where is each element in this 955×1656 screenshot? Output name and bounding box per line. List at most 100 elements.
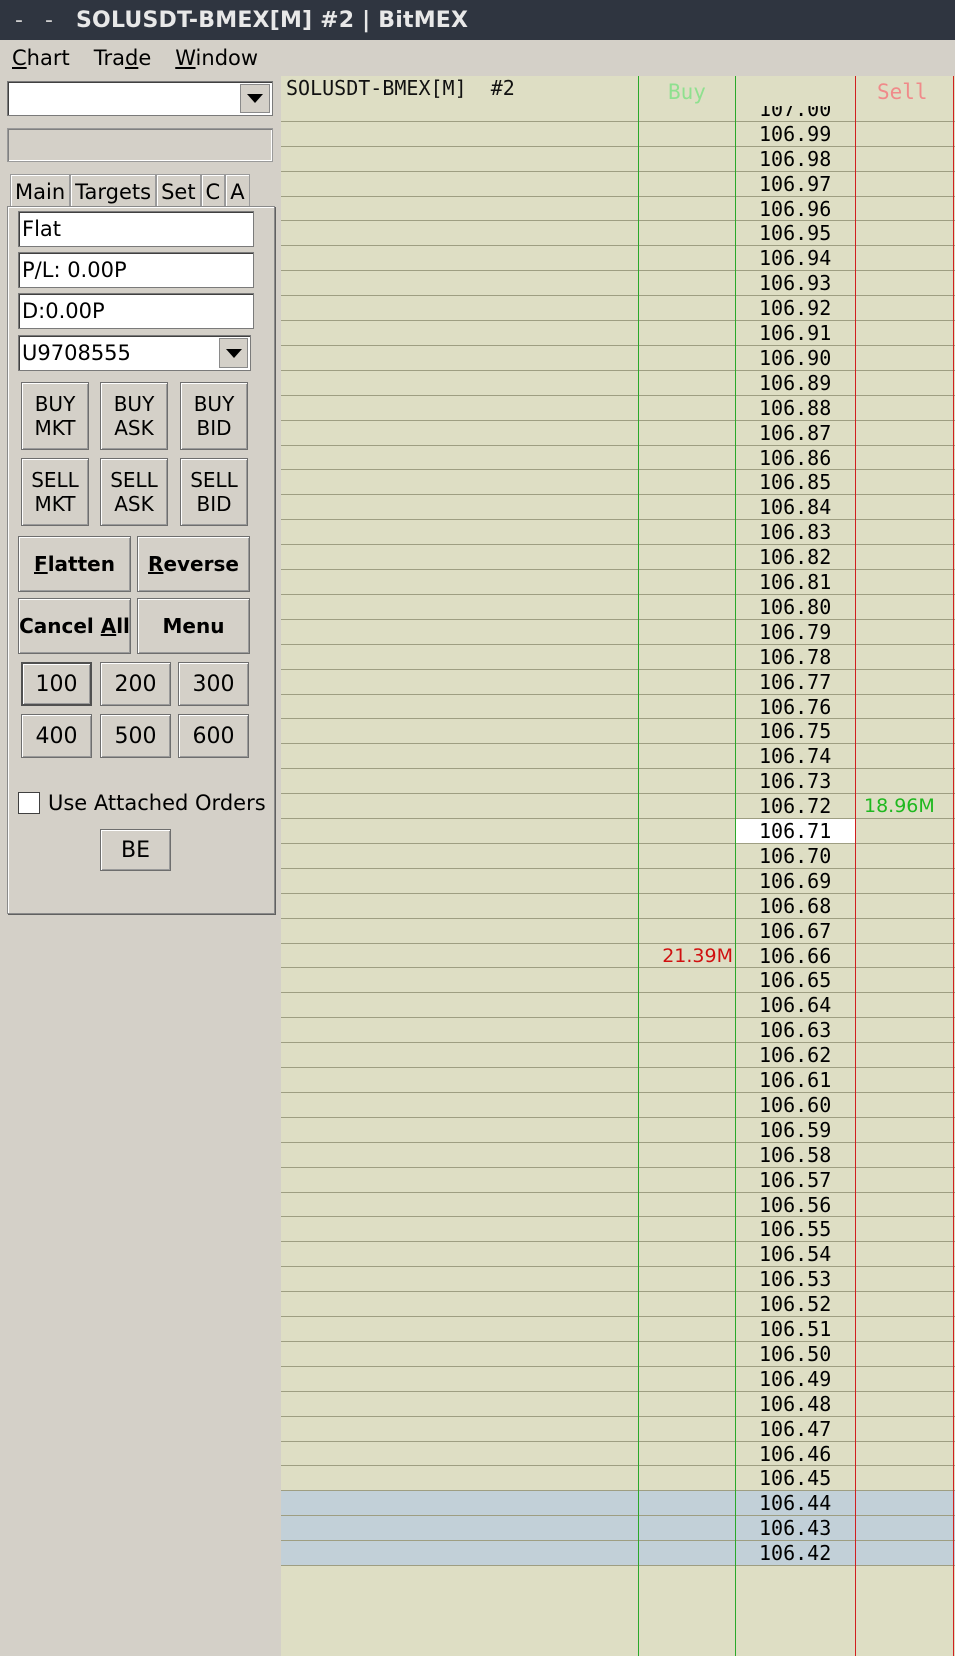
sell-bid-button[interactable]: SELL BID (180, 458, 248, 526)
ladder-row[interactable]: 106.45 (281, 1466, 955, 1492)
ladder-row[interactable]: 106.80 (281, 595, 955, 620)
sell-column-left-border (855, 76, 856, 1656)
ladder-row[interactable]: 106.55 (281, 1217, 955, 1243)
ladder-row[interactable]: 106.43 (281, 1516, 955, 1542)
ladder-row[interactable]: 106.87 (281, 421, 955, 446)
ladder-row[interactable]: 106.78 (281, 645, 955, 670)
minimize-button[interactable]: - (34, 8, 64, 33)
ladder-row[interactable]: 106.76 (281, 695, 955, 720)
menu-button[interactable]: Menu (137, 598, 250, 654)
qty-100-button[interactable]: 100 (21, 662, 92, 706)
ladder-row[interactable]: 106.54 (281, 1242, 955, 1268)
ladder-row[interactable]: 106.47 (281, 1417, 955, 1442)
ladder-row[interactable]: 106.82 (281, 545, 955, 571)
buy-column-left-border (638, 76, 639, 1656)
ladder-row[interactable]: 106.46 (281, 1442, 955, 1467)
ladder-row[interactable]: 106.79 (281, 620, 955, 645)
ladder-row[interactable]: 106.75 (281, 719, 955, 745)
attached-orders-row[interactable]: Use Attached Orders (18, 788, 266, 818)
ladder-row[interactable]: 106.77 (281, 670, 955, 695)
buy-ask-button[interactable]: BUY ASK (100, 382, 168, 450)
be-button[interactable]: BE (100, 829, 171, 871)
account-select[interactable]: U9708555 (18, 335, 251, 371)
tab-set[interactable]: Set (156, 174, 201, 208)
ladder-row[interactable]: 106.70 (281, 844, 955, 869)
flatten-button[interactable]: Flatten (18, 536, 131, 592)
ladder-row[interactable]: 106.88 (281, 396, 955, 421)
tab-targets[interactable]: Targets (70, 174, 157, 208)
price-cell: 106.75 (759, 719, 832, 744)
ladder-row[interactable]: 106.72 18.96M (281, 794, 955, 820)
ladder-row[interactable]: 106.42 (281, 1541, 955, 1567)
qty-600-button[interactable]: 600 (178, 714, 249, 758)
ladder-row[interactable]: 106.64 (281, 993, 955, 1019)
ladder-row[interactable]: 106.60 (281, 1093, 955, 1118)
ladder-row[interactable]: 106.91 (281, 321, 955, 346)
ladder-row[interactable]: 106.90 (281, 346, 955, 371)
ladder-row[interactable]: 106.53 (281, 1267, 955, 1293)
ladder-row[interactable]: 106.94 (281, 246, 955, 272)
ladder-row[interactable]: 106.61 (281, 1068, 955, 1093)
ladder-row[interactable]: 106.69 (281, 869, 955, 894)
ladder-row[interactable]: 106.52 (281, 1292, 955, 1318)
ladder-row[interactable]: 106.68 (281, 894, 955, 919)
ladder-row[interactable]: 106.81 (281, 570, 955, 595)
ladder-row[interactable]: 106.44 (281, 1491, 955, 1517)
ladder-row[interactable]: 106.62 (281, 1043, 955, 1069)
ladder-row[interactable]: 106.73 (281, 769, 955, 795)
ladder-row[interactable]: 106.48 (281, 1392, 955, 1417)
price-cell: 106.82 (759, 545, 832, 570)
account-dropdown-button[interactable] (219, 338, 248, 368)
buy-bid-button[interactable]: BUY BID (180, 382, 248, 450)
ladder-row[interactable]: 106.58 (281, 1143, 955, 1168)
price-ladder[interactable]: 107.00 106.99 106.98 106.97 106.96 106.95 106.… (281, 76, 955, 1656)
combo-dropdown-button[interactable] (240, 84, 270, 113)
ladder-row[interactable]: 106.57 (281, 1168, 955, 1193)
reverse-button[interactable]: Reverse (137, 536, 250, 592)
menu-window[interactable]: Window (175, 46, 258, 70)
ladder-row[interactable]: 106.71 (281, 819, 955, 844)
qty-300-button[interactable]: 300 (178, 662, 249, 706)
ladder-row[interactable]: 106.65 (281, 968, 955, 994)
title-bar: - - SOLUSDT-BMEX[M] #2 | BitMEX (0, 0, 955, 40)
ladder-row[interactable]: 106.86 (281, 446, 955, 471)
ladder-row[interactable]: 106.51 (281, 1317, 955, 1342)
ladder-row[interactable]: 106.66 21.39M (281, 944, 955, 969)
ladder-row[interactable]: 106.85 (281, 470, 955, 496)
tab-c[interactable]: C (200, 174, 226, 208)
ladder-row[interactable]: 106.59 (281, 1118, 955, 1143)
ladder-row[interactable]: 106.49 (281, 1367, 955, 1392)
cancel-all-button[interactable]: Cancel All (18, 598, 131, 654)
ladder-row[interactable]: 106.96 (281, 197, 955, 222)
price-cell: 106.62 (759, 1043, 832, 1068)
ladder-row[interactable]: 106.95 (281, 221, 955, 247)
ladder-row[interactable]: 106.67 (281, 919, 955, 944)
menu-trade[interactable]: Trade (94, 46, 152, 70)
qty-500-button[interactable]: 500 (100, 714, 171, 758)
ladder-row[interactable]: 106.63 (281, 1018, 955, 1044)
ladder-row[interactable]: 106.83 (281, 520, 955, 546)
ladder-row[interactable]: 106.56 (281, 1193, 955, 1218)
strategy-combo[interactable] (7, 81, 273, 116)
buy-mkt-button[interactable]: BUY MKT (21, 382, 89, 450)
attached-orders-checkbox[interactable] (18, 792, 40, 814)
menu-chart[interactable]: Chart (12, 46, 70, 70)
price-cell: 106.49 (759, 1366, 832, 1391)
ladder-row[interactable]: 106.92 (281, 296, 955, 322)
ladder-row[interactable]: 106.93 (281, 271, 955, 297)
ladder-row[interactable]: 106.50 (281, 1342, 955, 1367)
qty-400-button[interactable]: 400 (21, 714, 92, 758)
sell-ask-button[interactable]: SELL ASK (100, 458, 168, 526)
ladder-row[interactable]: 106.97 (281, 172, 955, 197)
sell-mkt-button[interactable]: SELL MKT (21, 458, 89, 526)
ladder-row[interactable]: 106.99 (281, 122, 955, 147)
ladder-row[interactable]: 106.98 (281, 147, 955, 172)
window-menu-button[interactable]: - (4, 8, 34, 33)
price-cell: 106.93 (759, 271, 832, 296)
ladder-row[interactable]: 106.89 (281, 371, 955, 396)
ladder-row[interactable]: 106.74 (281, 744, 955, 770)
qty-200-button[interactable]: 200 (100, 662, 171, 706)
ladder-row[interactable]: 106.84 (281, 495, 955, 521)
tab-main[interactable]: Main (10, 174, 71, 208)
tab-a[interactable]: A (225, 174, 250, 208)
